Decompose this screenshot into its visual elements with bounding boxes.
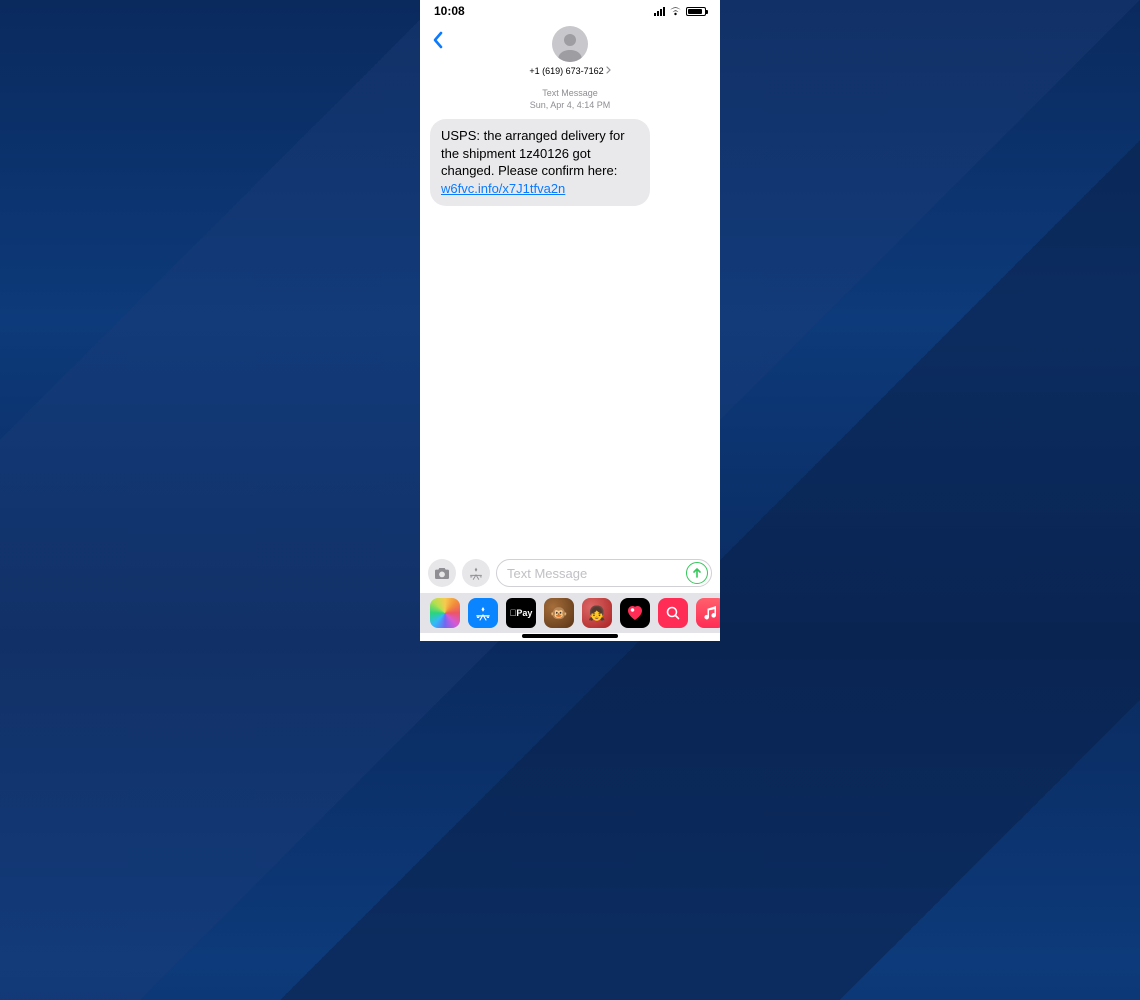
- camera-button[interactable]: [428, 559, 456, 587]
- photos-app-icon[interactable]: [430, 598, 460, 628]
- digital-touch-app-icon[interactable]: [620, 598, 650, 628]
- imessage-app-strip[interactable]: Pay 🐵 👧: [420, 593, 720, 633]
- message-timestamp: Text Message Sun, Apr 4, 4:14 PM: [430, 88, 710, 111]
- images-app-icon[interactable]: [658, 598, 688, 628]
- apple-pay-app-icon[interactable]: Pay: [506, 598, 536, 628]
- memoji-app-icon[interactable]: 👧: [582, 598, 612, 628]
- animoji-app-icon[interactable]: 🐵: [544, 598, 574, 628]
- battery-icon: [686, 7, 706, 16]
- status-bar: 10:08: [420, 0, 720, 22]
- app-store-button[interactable]: [462, 559, 490, 587]
- home-indicator[interactable]: [420, 633, 720, 641]
- message-input-placeholder: Text Message: [507, 566, 686, 581]
- message-link[interactable]: w6fvc.info/x7J1tfva2n: [441, 181, 565, 196]
- app-store-app-icon[interactable]: [468, 598, 498, 628]
- message-text: USPS: the arranged delivery for the ship…: [441, 128, 625, 178]
- status-time: 10:08: [434, 4, 465, 18]
- send-button[interactable]: [686, 562, 708, 584]
- back-button[interactable]: [428, 30, 448, 50]
- incoming-message-bubble[interactable]: USPS: the arranged delivery for the ship…: [430, 119, 650, 205]
- conversation-header: +1 (619) 673-7162: [420, 22, 720, 82]
- message-input[interactable]: Text Message: [496, 559, 712, 587]
- wifi-icon: [669, 6, 682, 16]
- contact-avatar[interactable]: [552, 26, 588, 62]
- contact-detail-button[interactable]: +1 (619) 673-7162: [529, 66, 610, 76]
- contact-number: +1 (619) 673-7162: [529, 66, 603, 76]
- phone-frame: 10:08 +1 (619) 673-7162 Text: [420, 0, 720, 641]
- music-app-icon[interactable]: [696, 598, 720, 628]
- compose-bar: Text Message: [420, 553, 720, 593]
- message-thread[interactable]: Text Message Sun, Apr 4, 4:14 PM USPS: t…: [420, 82, 720, 553]
- cellular-signal-icon: [654, 7, 665, 16]
- chevron-right-icon: [606, 66, 611, 76]
